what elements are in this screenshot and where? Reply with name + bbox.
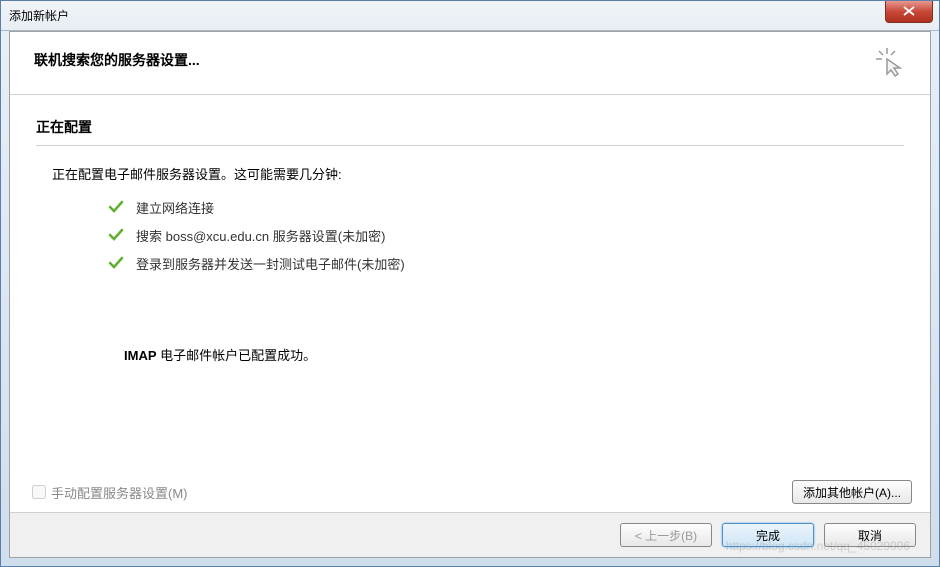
- content-section: 正在配置 正在配置电子邮件服务器设置。这可能需要几分钟: 建立网络连接 搜索 b…: [10, 95, 930, 364]
- manual-config-label: 手动配置服务器设置(M): [51, 483, 188, 502]
- close-icon: [903, 6, 915, 16]
- close-button[interactable]: [885, 1, 933, 23]
- title-bar: 添加新帐户: [1, 1, 939, 31]
- check-icon: [108, 255, 124, 271]
- window-title: 添加新帐户: [9, 7, 69, 24]
- check-icon: [108, 227, 124, 243]
- section-heading: 正在配置: [36, 117, 904, 146]
- back-button: < 上一步(B): [620, 523, 712, 547]
- step-text: 搜索 boss@xcu.edu.cn 服务器设置(未加密): [136, 226, 385, 245]
- success-text: 电子邮件帐户已配置成功。: [157, 348, 317, 363]
- success-prefix: IMAP: [124, 348, 157, 363]
- manual-config-checkbox: [32, 485, 46, 499]
- cancel-button[interactable]: 取消: [824, 523, 916, 547]
- step-list: 建立网络连接 搜索 boss@xcu.edu.cn 服务器设置(未加密) 登录到…: [108, 197, 904, 273]
- manual-config-checkbox-wrap: 手动配置服务器设置(M): [32, 483, 188, 502]
- check-icon: [108, 199, 124, 215]
- dialog-body: 联机搜索您的服务器设置... 正在配置 正在配置电子邮件服务器设置。这可能需要几…: [9, 31, 931, 558]
- bottom-area: 手动配置服务器设置(M) 添加其他帐户(A)... < 上一步(B) 完成 取消: [10, 472, 930, 557]
- step-text: 登录到服务器并发送一封测试电子邮件(未加密): [136, 254, 405, 273]
- config-intro-text: 正在配置电子邮件服务器设置。这可能需要几分钟:: [52, 164, 904, 183]
- window-frame: 添加新帐户 联机搜索您的服务器设置... 正在配置 正在配置电子邮件服务器设: [0, 0, 940, 567]
- options-row: 手动配置服务器设置(M) 添加其他帐户(A)...: [10, 472, 930, 512]
- button-row: < 上一步(B) 完成 取消: [10, 512, 930, 557]
- finish-button[interactable]: 完成: [722, 523, 814, 547]
- header-title: 联机搜索您的服务器设置...: [34, 50, 200, 70]
- add-other-account-button[interactable]: 添加其他帐户(A)...: [792, 480, 912, 504]
- step-item: 登录到服务器并发送一封测试电子邮件(未加密): [108, 253, 904, 273]
- header-section: 联机搜索您的服务器设置...: [10, 32, 930, 95]
- step-item: 搜索 boss@xcu.edu.cn 服务器设置(未加密): [108, 225, 904, 245]
- step-text: 建立网络连接: [136, 198, 214, 217]
- success-message: IMAP 电子邮件帐户已配置成功。: [124, 345, 904, 364]
- step-item: 建立网络连接: [108, 197, 904, 217]
- cursor-click-icon: [874, 46, 906, 78]
